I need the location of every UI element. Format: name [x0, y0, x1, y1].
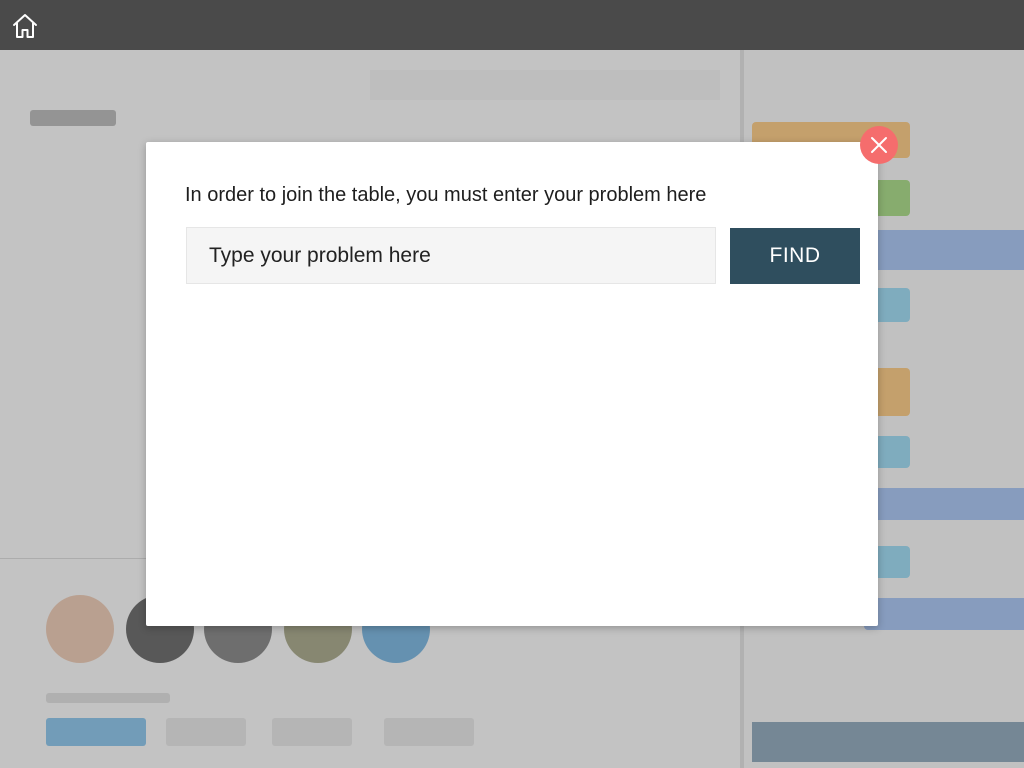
close-icon — [871, 137, 887, 153]
problem-input[interactable] — [186, 227, 716, 284]
home-icon — [13, 14, 37, 38]
dialog-message: In order to join the table, you must ent… — [185, 184, 707, 206]
join-table-dialog: In order to join the table, you must ent… — [146, 142, 878, 626]
home-button[interactable] — [10, 11, 40, 41]
find-button[interactable]: FIND — [730, 228, 860, 284]
close-button[interactable] — [860, 126, 898, 164]
top-bar — [0, 0, 1024, 50]
